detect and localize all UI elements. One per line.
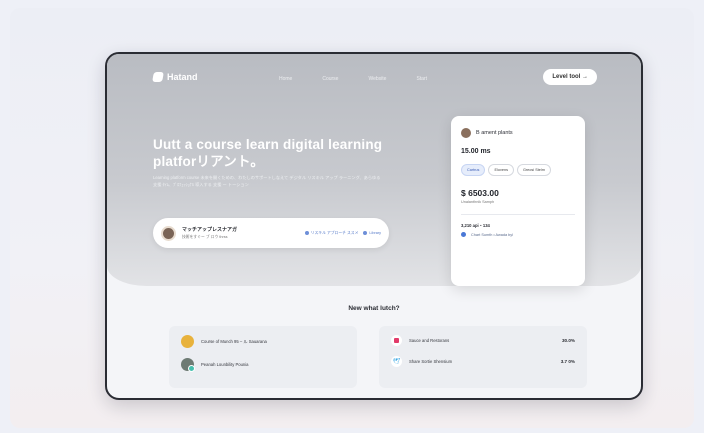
chip-elovens[interactable]: Elovens (488, 164, 514, 176)
avatar (461, 128, 471, 138)
divider (461, 214, 575, 215)
list-item[interactable]: 🕊 Share Sortie Shensium 3.7 0% (391, 356, 575, 367)
nav-link-course[interactable]: Course (322, 76, 338, 82)
cta-label: Level tool (552, 74, 581, 80)
nav-link-website[interactable]: Website (368, 76, 386, 82)
profile-tags: リスキル アプローチ ススメ Library (304, 230, 381, 236)
hero-description: Learning platform course 未来を開くための、わたしのサポ… (153, 175, 381, 187)
list-item-label: Share Sortie Shensium (409, 359, 453, 364)
twitter-bird-icon: 🕊 (391, 356, 402, 367)
avatar (161, 225, 176, 241)
brand-logo[interactable]: Hatand (152, 72, 198, 82)
section-title: New what lutch? (348, 305, 400, 312)
card-footer-stat: 3,210 api・134 (461, 223, 490, 228)
course-list-panel: Course of Munch 95 – ル Sauarana Peanah L… (169, 326, 357, 388)
chip-greosi[interactable]: Greosi Stelm (516, 164, 551, 176)
tag-library[interactable]: Library (363, 231, 381, 235)
card-price: 15.00 ms (461, 148, 491, 155)
device-frame: Hatand Home Course Website Start Level t… (105, 52, 643, 400)
list-item[interactable]: Sauce and Restorans 30.0% (391, 335, 575, 346)
list-item[interactable]: Peanah Lounbility Pounia (181, 358, 345, 372)
avatar (181, 335, 194, 348)
top-nav: Hatand Home Course Website Start Level t… (107, 54, 641, 104)
card-chips: Cartrus Elovens Greosi Stelm (461, 164, 575, 176)
tag-reskill[interactable]: リスキル アプローチ ススメ (304, 230, 358, 236)
profile-pill[interactable]: マッチアップレスナアガ 技術をすぐー ブ ロウ thrss リスキル アプローチ… (153, 218, 389, 248)
hero-title: Uutt a course learn digital learning pla… (153, 137, 383, 169)
level-tool-button[interactable]: Level tool → (543, 69, 597, 85)
avatar (181, 358, 195, 372)
chip-cartrus[interactable]: Cartrus (461, 164, 486, 176)
profile-subtitle: 技術をすぐー ブ ロウ thrss (182, 235, 228, 239)
list-item-label: Peanah Lounbility Pounia (201, 362, 249, 367)
card-header: B ament plants (461, 128, 575, 138)
nav-link-start[interactable]: Start (416, 76, 427, 82)
list-item-value: 3.7 0% (560, 359, 575, 364)
list-item-label: Sauce and Restorans (409, 338, 450, 343)
arrow-right-icon: → (580, 74, 588, 80)
nav-link-home[interactable]: Home (279, 76, 292, 82)
stats-panel: Sauce and Restorans 30.0% 🕊 Share Sortie… (379, 326, 587, 388)
card-amount-subtitle: Unalanthnik Samph (461, 200, 495, 204)
profile-name: マッチアップレスナアガ (182, 227, 238, 233)
list-item-label: Course of Munch 95 – ル Sauarana (201, 338, 267, 344)
nav-links: Home Course Website Start (279, 76, 427, 82)
leaf-logo-icon (152, 72, 164, 82)
profile-text: マッチアップレスナアガ 技術をすぐー ブ ロウ thrss (182, 226, 237, 240)
card-amount: $ 6503.00 (461, 188, 499, 198)
list-item-value: 30.0% (561, 338, 575, 343)
background-stage: Hatand Home Course Website Start Level t… (10, 8, 694, 428)
card-title: B ament plants (476, 130, 513, 136)
pink-square-icon (391, 335, 402, 346)
pricing-card: B ament plants 15.00 ms Cartrus Elovens … (451, 116, 585, 286)
dot-icon (304, 230, 309, 235)
list-item[interactable]: Course of Munch 95 – ル Sauarana (181, 335, 345, 348)
brand-name: Hatand (167, 72, 198, 82)
info-dot-icon (461, 232, 466, 237)
card-link-label: Chart Sumth • Awada byl (471, 232, 513, 237)
dot-icon (363, 231, 368, 235)
card-link[interactable]: Chart Sumth • Awada byl (461, 232, 575, 237)
